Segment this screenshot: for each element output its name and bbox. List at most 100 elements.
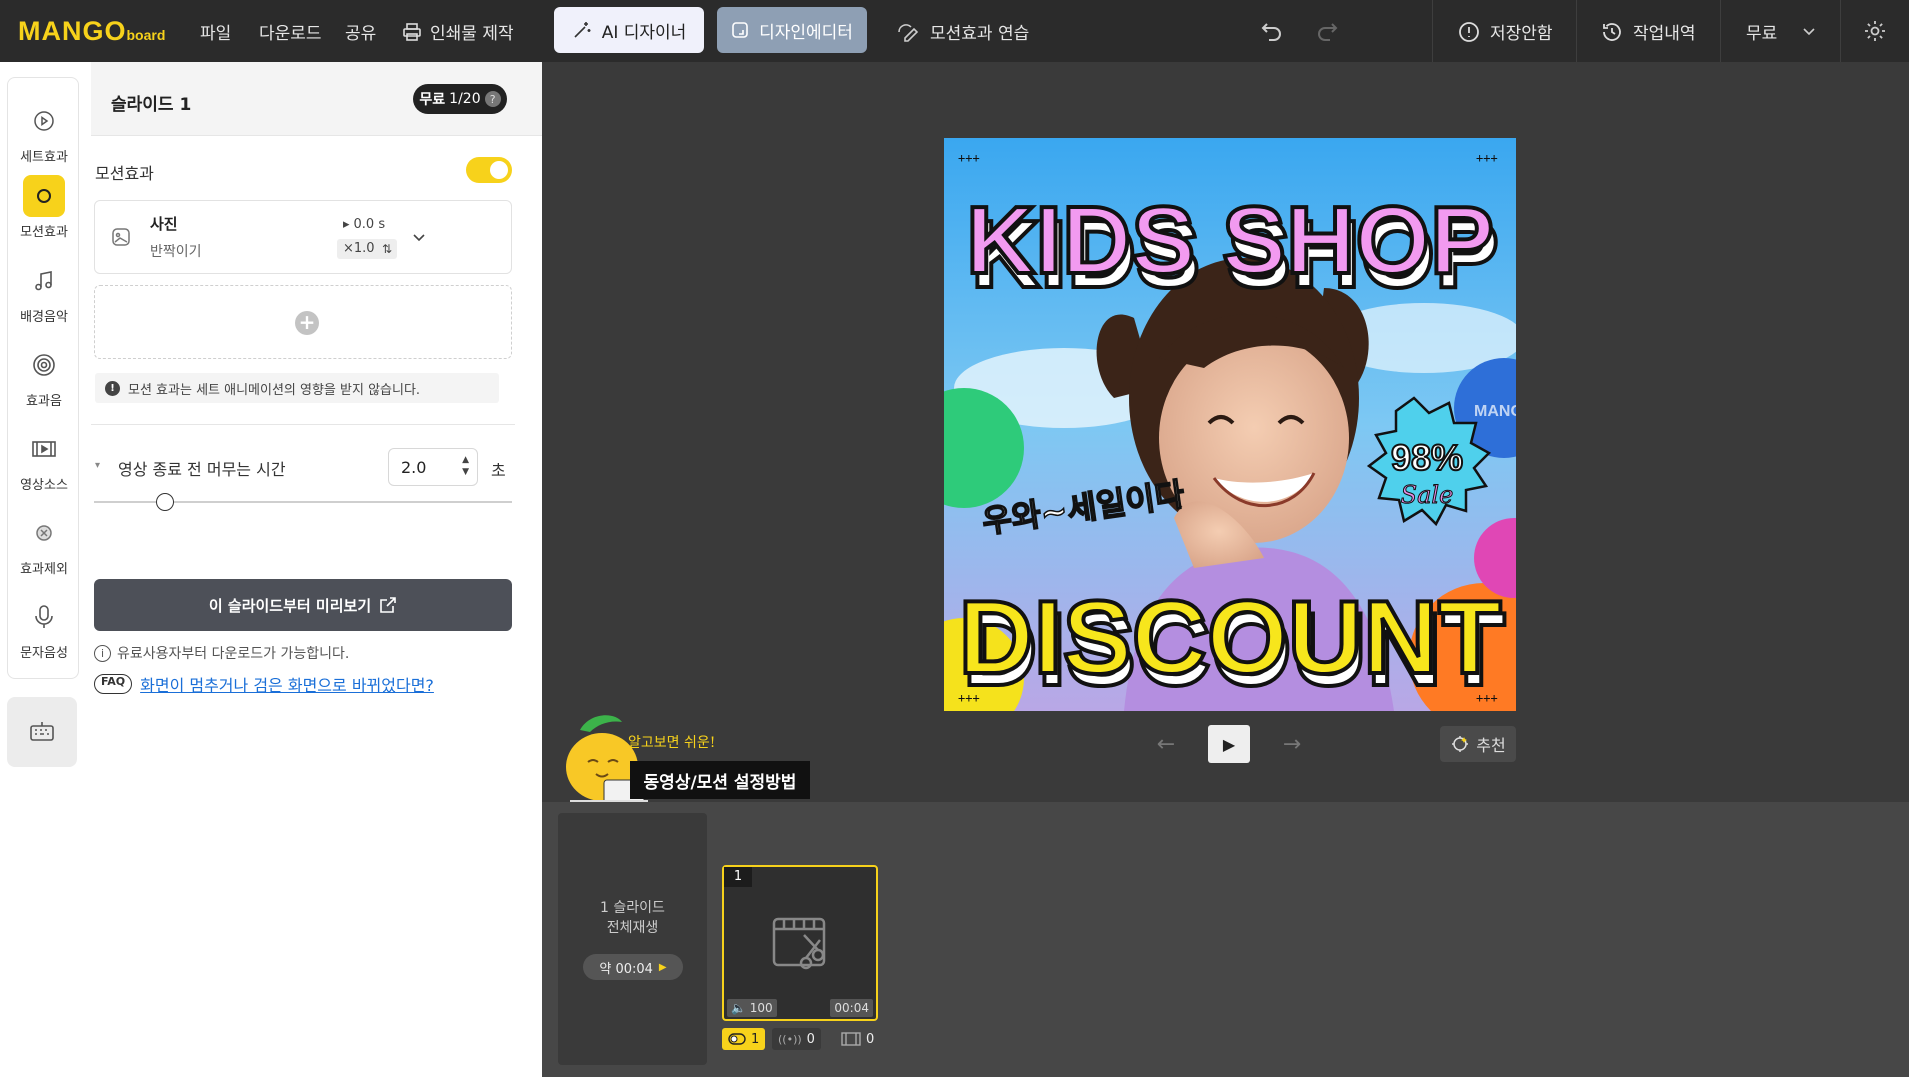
undo-icon[interactable] bbox=[1255, 14, 1289, 48]
print-button[interactable]: 인쇄물 제작 bbox=[402, 19, 514, 44]
play-button[interactable]: ▶ bbox=[1208, 725, 1250, 763]
video-count-chip[interactable]: 0 bbox=[835, 1028, 880, 1050]
hold-time-input[interactable]: 2.0 ▲ ▼ bbox=[388, 448, 478, 486]
motion-practice-button[interactable]: 모션효과 연습 bbox=[896, 19, 1029, 44]
collapse-arrow-icon[interactable]: ▾ bbox=[95, 460, 100, 471]
menu-download[interactable]: 다운로드 bbox=[259, 19, 322, 44]
motion-effect-toggle[interactable] bbox=[466, 157, 512, 183]
separator bbox=[1720, 0, 1721, 62]
svg-text:+++: +++ bbox=[958, 691, 980, 705]
broadcast-icon: ((•)) bbox=[778, 1032, 802, 1046]
ai-designer-label: AI 디자이너 bbox=[601, 22, 687, 43]
sound-count-chip[interactable]: ((•)) 0 bbox=[772, 1028, 821, 1050]
free-usage-badge[interactable]: 무료 1/20 ? bbox=[413, 84, 507, 114]
info-filled-icon: ! bbox=[105, 380, 120, 396]
play-all-duration: 약 00:04 bbox=[599, 961, 653, 977]
effect-speed[interactable]: ×1.0 bbox=[337, 239, 381, 259]
slide-duration: 00:04 bbox=[830, 999, 873, 1017]
ai-designer-button[interactable]: AI 디자이너 bbox=[554, 7, 704, 53]
gear-play-icon bbox=[23, 100, 65, 142]
sidebar-item-sound-effect[interactable]: 효과음 bbox=[8, 344, 80, 409]
video-count: 0 bbox=[866, 1031, 875, 1047]
slide-title: 슬라이드 1 bbox=[111, 95, 192, 115]
sidebar-item-exclude-effect[interactable]: 효과제외 bbox=[8, 512, 80, 577]
sidebar-item-bgm[interactable]: 배경음악 bbox=[8, 260, 80, 325]
slide-thumbnail[interactable]: 1 🔈 100 00:04 bbox=[722, 865, 878, 1021]
chevron-down-icon[interactable] bbox=[413, 227, 425, 246]
info-text: 유료사용자부터 다운로드가 가능합니다. bbox=[117, 646, 350, 662]
motion-effect-panel: 슬라이드 1 무료 1/20 ? 모션효과 사진 반짝이기 ▸ 0.0 s ×1… bbox=[88, 62, 542, 1077]
sidebar-item-motion-effect[interactable]: 모션효과 bbox=[8, 175, 80, 240]
sidebar-item-label: 효과제외 bbox=[20, 562, 68, 577]
effect-item-card[interactable]: 사진 반짝이기 ▸ 0.0 s ×1.0 ⇅ bbox=[94, 200, 512, 274]
top-bar: MANGOboard 파일 다운로드 공유 인쇄물 제작 AI 디자이너 디자인… bbox=[0, 0, 1909, 62]
help-question-icon: ? bbox=[484, 91, 501, 107]
add-effect-button[interactable]: + bbox=[94, 285, 512, 359]
separator bbox=[1576, 0, 1577, 62]
sidebar-item-video-source[interactable]: 영상소스 bbox=[8, 428, 80, 493]
play-delay-icon: ▸ bbox=[343, 217, 350, 232]
external-link-icon bbox=[380, 597, 396, 613]
notice-text: 모션 효과는 세트 애니메이션의 영향을 받지 않습니다. bbox=[128, 382, 421, 398]
play-all-duration-button[interactable]: 약 00:04 ▶ bbox=[583, 954, 683, 980]
microphone-icon bbox=[23, 596, 65, 638]
motion-practice-label: 모션효과 연습 bbox=[930, 24, 1030, 44]
target-icon bbox=[23, 344, 65, 386]
stepper-arrows-icon[interactable]: ▲ ▼ bbox=[462, 454, 469, 478]
next-slide-arrow-icon[interactable]: → bbox=[1271, 725, 1313, 763]
alert-circle-icon bbox=[1459, 21, 1479, 42]
motion-count: 1 bbox=[751, 1031, 760, 1047]
sidebar-item-label: 문자음성 bbox=[20, 646, 68, 661]
design-editor-button[interactable]: 디자인에디터 bbox=[717, 7, 867, 53]
menu-share[interactable]: 공유 bbox=[345, 19, 376, 44]
preview-from-slide-button[interactable]: 이 슬라이드부터 미리보기 bbox=[94, 579, 512, 631]
logo[interactable]: MANGOboard bbox=[18, 16, 165, 47]
download-info: i 유료사용자부터 다운로드가 가능합니다. bbox=[94, 643, 349, 663]
faq-row: FAQ 화면이 멈추거나 검은 화면으로 바뀌었다면? bbox=[88, 672, 434, 696]
free-label: 무료 bbox=[419, 92, 446, 108]
faq-link[interactable]: 화면이 멈추거나 검은 화면으로 바뀌었다면? bbox=[140, 672, 434, 696]
redo-icon[interactable] bbox=[1310, 14, 1344, 48]
pencil-icon bbox=[898, 23, 919, 42]
plan-dropdown[interactable]: 무료 bbox=[1746, 19, 1815, 44]
help-guide-link[interactable]: 동영상/모션 설정방법 bbox=[630, 761, 810, 799]
history-button[interactable]: 작업내역 bbox=[1601, 19, 1696, 44]
sidebar-item-tts[interactable]: 문자음성 bbox=[8, 596, 80, 661]
effect-delay[interactable]: ▸ 0.0 s bbox=[343, 217, 385, 232]
save-status[interactable]: 저장안함 bbox=[1458, 19, 1553, 44]
film-icon bbox=[841, 1032, 861, 1046]
info-icon: i bbox=[94, 644, 111, 662]
sidebar-item-label: 효과음 bbox=[26, 394, 62, 409]
badge-percent: 98% bbox=[1391, 437, 1463, 478]
headline-top: KIDS SHOP bbox=[966, 187, 1494, 294]
circle-icon bbox=[23, 175, 65, 217]
headline-bottom: DISCOUNT bbox=[958, 580, 1501, 696]
slide-canvas[interactable]: KIDS SHOP KIDS SHOP 우와~세일이다 98% Sale DIS… bbox=[944, 138, 1516, 711]
motion-effect-label: 모션효과 bbox=[95, 164, 154, 183]
hold-time-slider-thumb[interactable] bbox=[156, 493, 174, 511]
film-icon bbox=[23, 428, 65, 470]
swap-icon[interactable]: ⇅ bbox=[377, 239, 397, 259]
motion-toggle-icon bbox=[728, 1033, 746, 1045]
menu-file[interactable]: 파일 bbox=[200, 19, 231, 44]
play-all-slides[interactable]: 1 슬라이드 전체재생 약 00:04 ▶ bbox=[558, 813, 707, 1065]
history-icon bbox=[1603, 22, 1621, 41]
recommend-label: 추천 bbox=[1476, 736, 1506, 755]
prev-slide-arrow-icon[interactable]: ← bbox=[1145, 725, 1187, 763]
slide-volume[interactable]: 🔈 100 bbox=[727, 999, 777, 1017]
svg-text:+++: +++ bbox=[1476, 151, 1498, 165]
printer-icon bbox=[403, 22, 421, 41]
sidebar-item-set-effect[interactable]: 세트효과 bbox=[8, 100, 80, 165]
keyboard-shortcut-button[interactable] bbox=[7, 697, 77, 767]
motion-count-chip[interactable]: 1 bbox=[722, 1028, 766, 1050]
help-note: 알고보면 쉬운! bbox=[628, 735, 716, 751]
sidebar-item-label: 세트효과 bbox=[20, 150, 68, 165]
settings-gear-icon[interactable] bbox=[1858, 14, 1892, 48]
svg-text:+++: +++ bbox=[1476, 691, 1498, 705]
edit-square-icon bbox=[732, 22, 748, 38]
hold-time-value: 2.0 bbox=[401, 458, 427, 477]
recommend-button[interactable]: 추천 bbox=[1440, 726, 1516, 762]
effect-title: 사진 bbox=[150, 215, 178, 233]
sparkle-gear-icon bbox=[1452, 736, 1469, 752]
delay-value: 0.0 s bbox=[353, 217, 386, 232]
